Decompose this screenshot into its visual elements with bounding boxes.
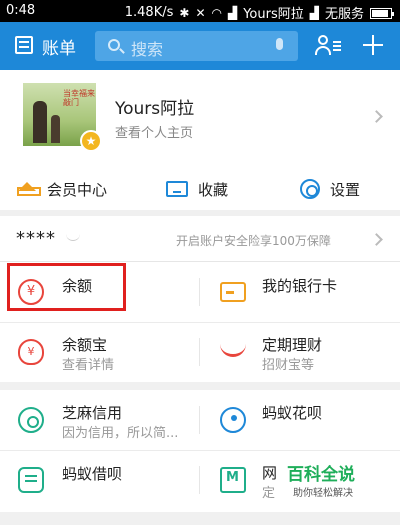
- bank-card-icon: [220, 282, 246, 302]
- status-right: 1.48K/s ✱ ✕ ◠ ▟ Yours阿拉 ▟ 无服务: [124, 3, 394, 22]
- jiebei-icon: [18, 467, 44, 493]
- chevron-right-icon[interactable]: [370, 110, 383, 123]
- grid-item-sesame-credit[interactable]: 芝麻信用 因为信用，所以简...: [0, 390, 200, 450]
- grid-item-bank-card[interactable]: 我的银行卡: [200, 262, 400, 322]
- watermark-subtitle: 助你轻松解决: [293, 488, 353, 499]
- highlight-box: [7, 263, 126, 311]
- search-input[interactable]: 搜索: [95, 31, 298, 61]
- sesame-icon: [18, 407, 44, 433]
- profile-link[interactable]: 查看个人主页: [115, 122, 193, 141]
- bluetooth-icon: ✱: [179, 5, 190, 20]
- mute-icon: ✕: [195, 5, 206, 20]
- grid-item-yuebao[interactable]: ¥ 余额宝 查看详情: [0, 322, 200, 382]
- settings-button[interactable]: 设置: [300, 174, 360, 204]
- mic-icon[interactable]: [276, 38, 283, 50]
- watermark: 百科全说 助你轻松解决: [285, 460, 395, 504]
- profile-card: 当幸福来敲门 ★ Yours阿拉 查看个人主页 会员中心 收藏 设置: [0, 70, 400, 210]
- signal-icon-2: ▟: [309, 5, 319, 20]
- signal-icon: ▟: [227, 5, 238, 20]
- watermark-title: 百科全说: [287, 465, 355, 485]
- grid-item-huabei[interactable]: 蚂蚁花呗: [200, 390, 400, 450]
- grid-item-jiebei[interactable]: 蚂蚁借呗: [0, 450, 200, 510]
- status-time: 0:48: [6, 3, 36, 18]
- member-center-button[interactable]: 会员中心: [17, 174, 107, 204]
- plus-icon[interactable]: [363, 35, 383, 55]
- header-title[interactable]: 账单: [42, 34, 76, 59]
- profile-name[interactable]: Yours阿拉: [115, 94, 194, 119]
- security-promo: 开启账户安全险享100万保障: [176, 234, 331, 248]
- huabei-icon: [220, 407, 246, 433]
- tray-icon: [166, 181, 188, 197]
- network-status: 无服务: [324, 7, 364, 22]
- masked-balance: ****: [16, 228, 56, 249]
- wealth-wave-icon: [220, 339, 246, 357]
- avatar-poster-text: 当幸福来敲门: [63, 89, 95, 107]
- battery-icon: [370, 7, 394, 19]
- network-speed: 1.48K/s: [124, 5, 174, 20]
- wifi-icon: ◠: [211, 5, 222, 20]
- eye-closed-icon[interactable]: [66, 234, 80, 241]
- contacts-icon[interactable]: [315, 34, 341, 58]
- mybank-icon: [220, 467, 246, 493]
- chevron-right-icon: [370, 233, 383, 246]
- favorites-button[interactable]: 收藏: [166, 174, 228, 204]
- carrier-name: Yours阿拉: [243, 7, 304, 22]
- quick-actions: 会员中心 收藏 设置: [0, 174, 400, 210]
- grid-item-fixed-wealth[interactable]: 定期理财 招财宝等: [200, 322, 400, 382]
- gear-icon: [300, 179, 320, 199]
- search-placeholder: 搜索: [131, 40, 164, 59]
- money-bag-icon: ¥: [18, 339, 44, 365]
- star-badge-icon: ★: [80, 130, 102, 152]
- bill-icon[interactable]: [15, 36, 33, 54]
- assets-row[interactable]: **** 开启账户安全险享100万保障: [0, 216, 400, 262]
- crown-icon: [17, 182, 41, 196]
- status-bar: 0:48 1.48K/s ✱ ✕ ◠ ▟ Yours阿拉 ▟ 无服务: [0, 0, 400, 22]
- app-header: 账单 搜索: [0, 22, 400, 70]
- search-icon: [108, 39, 120, 51]
